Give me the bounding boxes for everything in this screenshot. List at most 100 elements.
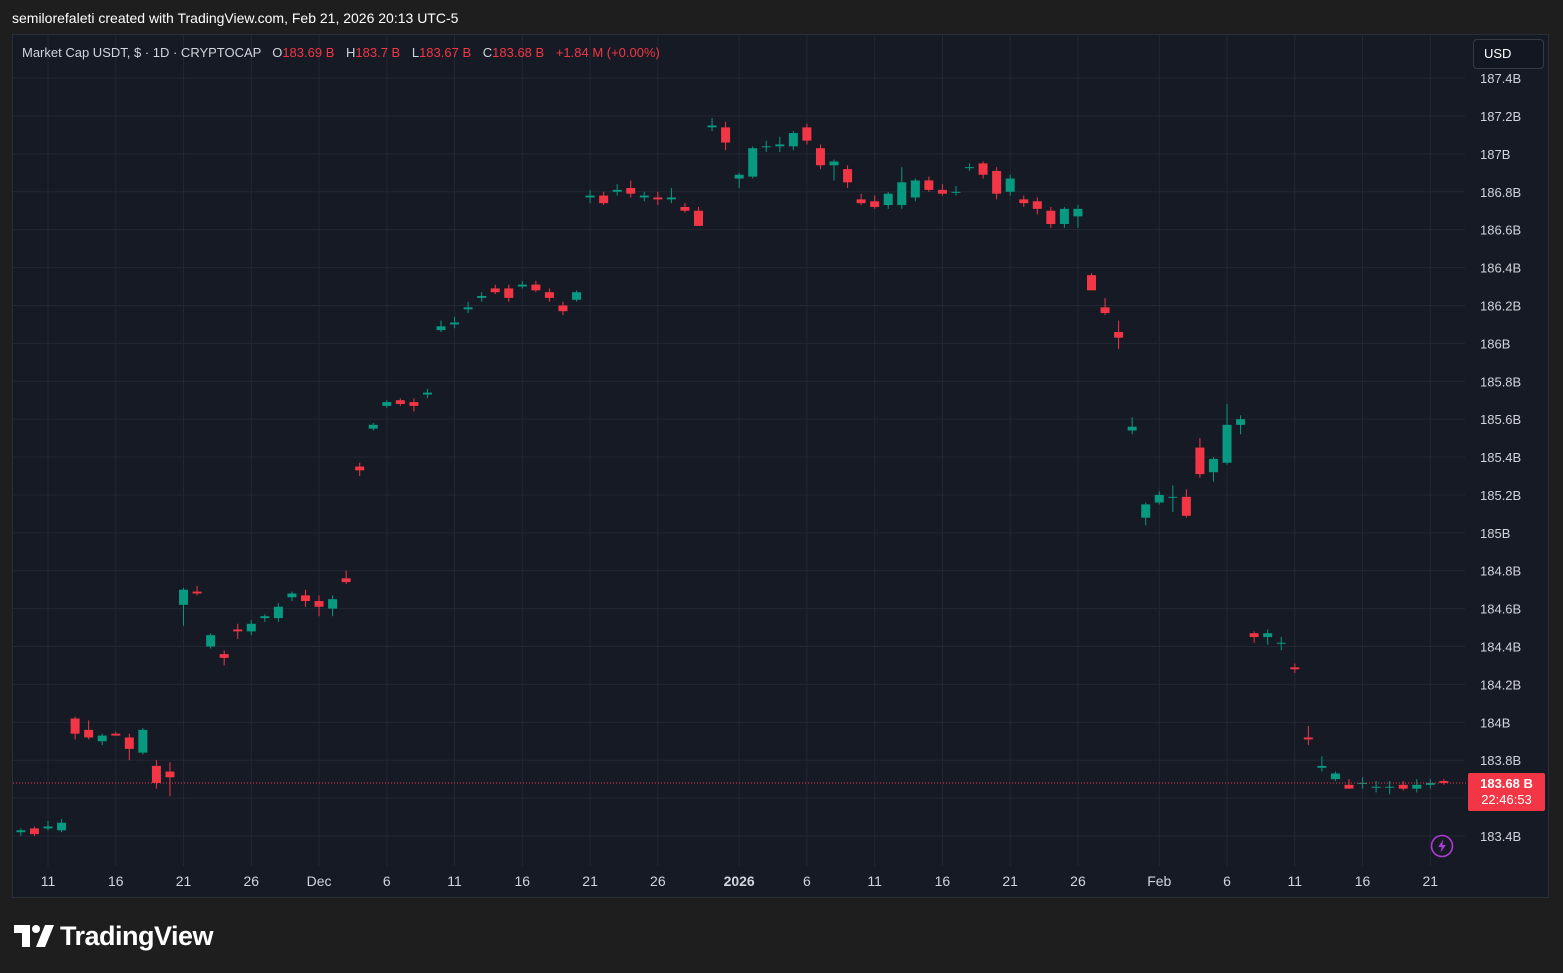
candle-body <box>1059 208 1069 224</box>
candle-body <box>1276 642 1286 644</box>
candle-up <box>1222 404 1232 465</box>
candle-down <box>1195 438 1205 478</box>
candle-body <box>748 148 758 177</box>
candle-body <box>815 148 825 166</box>
candle-up <box>572 290 582 302</box>
candle-body <box>422 392 432 395</box>
candle-body <box>707 125 717 128</box>
candle-body <box>1344 784 1354 789</box>
tradingview-logo-icon <box>14 925 54 947</box>
x-tick-label: 16 <box>935 873 951 889</box>
candle-up <box>829 159 839 181</box>
candle-body <box>1019 199 1029 204</box>
candle-body <box>192 591 202 594</box>
candle-up <box>463 301 473 314</box>
candle-body <box>680 206 690 211</box>
candlestick-chart[interactable]: 183.4B 183.8B 184B 184.2B 184.4B 184.6B 184.8B… <box>0 0 1563 973</box>
candle-down <box>341 570 351 584</box>
candle-down <box>599 191 609 206</box>
candle-body <box>1114 332 1124 338</box>
x-tick-label: 2026 <box>724 873 755 889</box>
candle-down <box>1019 195 1029 207</box>
candle-up <box>1317 756 1327 772</box>
y-tick-label: 184.6B <box>1480 602 1521 617</box>
candle-down <box>693 206 703 226</box>
candle-body <box>1127 426 1137 431</box>
candle-body <box>179 589 189 605</box>
candle-down <box>1087 273 1097 291</box>
y-tick-label: 187.2B <box>1480 109 1521 124</box>
candle-body <box>599 195 609 204</box>
candle-body <box>287 593 297 598</box>
candle-up <box>1141 502 1151 526</box>
candle-body <box>260 616 270 619</box>
candle-down <box>219 650 229 666</box>
candle-up <box>734 172 744 188</box>
candle-body <box>666 197 676 200</box>
candle-body <box>1330 773 1340 780</box>
currency-button[interactable]: USD <box>1473 39 1544 69</box>
candle-down <box>395 398 405 406</box>
y-tick-label: 186.6B <box>1480 223 1521 238</box>
candle-up <box>138 728 148 755</box>
candle-body <box>937 189 947 194</box>
candle-body <box>29 828 39 835</box>
candle-body <box>477 296 487 298</box>
candle-down <box>192 585 202 596</box>
candle-up <box>1276 637 1286 651</box>
candle-body <box>775 144 785 147</box>
candle-down <box>558 301 568 315</box>
candle-up <box>246 620 256 636</box>
candle-body <box>639 195 649 198</box>
candle-down <box>84 720 94 740</box>
y-tick-label: 184.2B <box>1480 677 1521 692</box>
candle-up <box>748 146 758 179</box>
candle-down <box>937 184 947 196</box>
candle-down <box>70 716 80 740</box>
candle-body <box>897 182 907 206</box>
candle-body <box>517 284 527 287</box>
candle-down <box>1303 726 1313 746</box>
candle-body <box>843 169 853 183</box>
candle-up <box>273 602 283 622</box>
candle-body <box>585 195 595 198</box>
legend-high-label: H <box>346 45 356 60</box>
candle-body <box>761 146 771 148</box>
lightning-icon[interactable] <box>1430 834 1454 858</box>
candle-down <box>111 731 121 736</box>
candle-up <box>328 595 338 617</box>
candle-body <box>1222 424 1232 463</box>
candle-down <box>300 589 310 607</box>
candle-up <box>1168 485 1178 512</box>
candle-down <box>1344 779 1354 789</box>
candle-up <box>206 633 216 649</box>
legend-low-value: 183.67 B <box>419 45 472 60</box>
candle-up <box>1236 415 1246 435</box>
candle-up <box>517 280 527 289</box>
candle-down <box>856 193 866 206</box>
candle-down <box>1100 297 1110 315</box>
candle-body <box>1208 458 1218 473</box>
candle-body <box>395 400 405 404</box>
x-tick-label: Dec <box>307 873 332 889</box>
candle-up <box>965 163 975 171</box>
candle-up <box>16 828 26 836</box>
candle-body <box>1398 784 1408 789</box>
candle-body <box>219 654 229 658</box>
legend-symbol[interactable]: Market Cap USDT, $ · 1D · CRYPTOCAP <box>22 45 261 60</box>
candle-body <box>1385 786 1395 788</box>
y-tick-label: 183.8B <box>1480 753 1521 768</box>
y-tick-label: 184B <box>1480 715 1510 730</box>
tradingview-logo[interactable]: TradingView <box>14 918 214 954</box>
bar-countdown: 22:46:53 <box>1481 792 1532 807</box>
candle-down <box>1439 779 1449 785</box>
candle-body <box>1317 765 1327 768</box>
legend-open-label: O <box>272 45 283 60</box>
candle-body <box>368 424 378 429</box>
y-tick-label: 184.8B <box>1480 564 1521 579</box>
candle-up <box>1358 777 1368 789</box>
candle-body <box>1195 447 1205 475</box>
candle-down <box>802 123 812 145</box>
candle-body <box>544 292 554 298</box>
x-tick-label: 26 <box>243 873 259 889</box>
